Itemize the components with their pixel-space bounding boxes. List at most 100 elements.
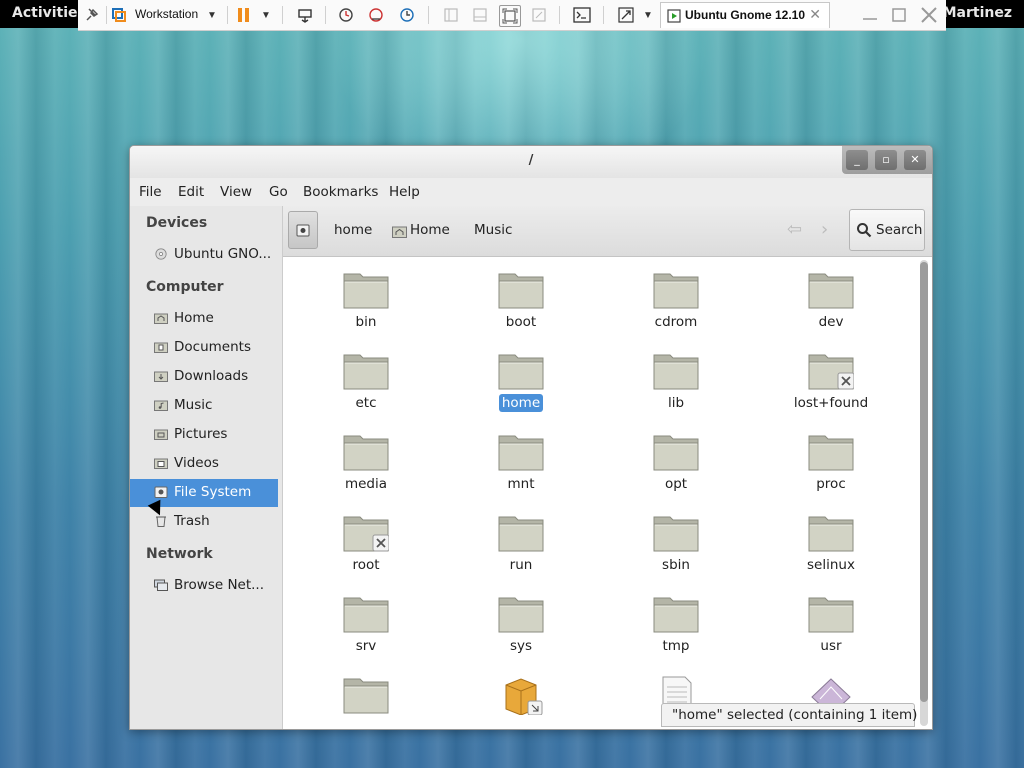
file-item[interactable]: srv (301, 585, 431, 665)
home-folder-icon (154, 313, 168, 324)
file-view-pane: home Home Music ⇦ › Search bin boot cdrom d… (283, 206, 932, 729)
folder-icon (498, 516, 544, 552)
snapshot-icon[interactable] (336, 5, 356, 25)
folder-icon (498, 354, 544, 390)
menu-edit[interactable]: Edit (178, 184, 204, 200)
file-item[interactable]: root (301, 504, 431, 584)
folder-icon (653, 435, 699, 471)
folder-icon (498, 435, 544, 471)
chevron-down-icon[interactable]: ▼ (256, 5, 276, 25)
file-item[interactable]: sys (456, 585, 586, 665)
window-titlebar[interactable]: / _ ▫ ✕ (130, 146, 932, 178)
file-item[interactable]: home (456, 342, 586, 422)
file-item[interactable]: lost+found (766, 342, 896, 422)
videos-folder-icon (154, 458, 168, 469)
file-item-label: dev (766, 314, 896, 330)
sidebar-item-ubuntu-disc[interactable]: Ubuntu GNO... (130, 241, 278, 269)
vm-running-icon (667, 9, 681, 26)
crumb-home-folder[interactable]: Home (410, 222, 450, 238)
drive-icon (154, 486, 168, 498)
file-item[interactable]: lib (611, 342, 741, 422)
sidebar-item-downloads[interactable]: Downloads (130, 363, 278, 391)
file-name: etc (355, 395, 377, 411)
send-keys-icon[interactable] (295, 5, 315, 25)
sidebar-view-icon[interactable] (441, 5, 461, 25)
pin-icon[interactable] (82, 5, 102, 25)
folder-icon (343, 354, 389, 390)
file-name: selinux (807, 557, 855, 573)
file-item[interactable]: selinux (766, 504, 896, 584)
file-item[interactable]: proc (766, 423, 896, 503)
scrollbar-thumb[interactable] (920, 262, 928, 702)
file-name: boot (505, 314, 537, 330)
close-window-icon[interactable] (919, 5, 939, 25)
sidebar-item-documents[interactable]: Documents (130, 334, 278, 362)
file-name: dev (818, 314, 844, 330)
close-button[interactable]: ✕ (904, 150, 926, 170)
search-button[interactable]: Search (849, 209, 925, 251)
sidebar-item-videos[interactable]: Videos (130, 450, 278, 478)
menu-go[interactable]: Go (269, 184, 288, 200)
file-item[interactable]: dev (766, 261, 896, 341)
file-item-label: media (301, 476, 431, 492)
console-icon[interactable] (572, 5, 592, 25)
folder-icon (808, 516, 854, 552)
minimize-button[interactable]: _ (846, 150, 868, 170)
workstation-menu[interactable]: Workstation (135, 7, 198, 21)
file-name: srv (355, 638, 377, 654)
unity-icon[interactable] (529, 5, 549, 25)
sidebar-item-pictures[interactable]: Pictures (130, 421, 278, 449)
file-item[interactable]: boot (456, 261, 586, 341)
file-item[interactable]: usr (766, 585, 896, 665)
maximize-button[interactable]: ▫ (875, 150, 897, 170)
vertical-scrollbar[interactable] (920, 260, 928, 726)
menu-bookmarks[interactable]: Bookmarks (303, 184, 378, 200)
vm-tab-ubuntu[interactable]: Ubuntu Gnome 12.10 ✕ (660, 2, 830, 28)
sidebar-item-home[interactable]: Home (130, 305, 278, 333)
pause-icon[interactable] (234, 5, 254, 25)
minimize-icon[interactable] (860, 5, 880, 25)
stretch-icon[interactable] (616, 5, 636, 25)
revert-snapshot-icon[interactable] (366, 5, 386, 25)
file-item[interactable]: sbin (611, 504, 741, 584)
activities-button[interactable]: Activities (12, 5, 86, 21)
chevron-down-icon[interactable]: ▼ (638, 5, 658, 25)
user-menu[interactable]: Martinez (943, 5, 1012, 21)
maximize-icon[interactable] (889, 5, 909, 25)
file-item[interactable]: bin (301, 261, 431, 341)
menu-bar: File Edit View Go Bookmarks Help (130, 178, 932, 206)
file-item-label: selinux (766, 557, 896, 573)
file-item[interactable]: opt (611, 423, 741, 503)
file-item-label: mnt (456, 476, 586, 492)
menu-file[interactable]: File (139, 184, 162, 200)
crumb-music[interactable]: Music (474, 222, 512, 238)
file-item[interactable]: run (456, 504, 586, 584)
sidebar-item-label: Ubuntu GNO... (174, 246, 272, 262)
file-item[interactable]: etc (301, 342, 431, 422)
sidebar-item-browse-network[interactable]: Browse Net... (130, 572, 278, 600)
folder-icon (653, 516, 699, 552)
documents-folder-icon (154, 342, 168, 353)
close-icon[interactable]: ✕ (809, 6, 821, 23)
file-item[interactable] (301, 666, 431, 729)
thumbnail-view-icon[interactable] (470, 5, 490, 25)
forward-arrow-icon[interactable]: › (821, 219, 828, 240)
menu-help[interactable]: Help (389, 184, 420, 200)
sidebar-item-music[interactable]: Music (130, 392, 278, 420)
full-screen-icon[interactable] (499, 5, 521, 27)
file-item[interactable]: media (301, 423, 431, 503)
file-item-label: bin (301, 314, 431, 330)
places-sidebar: Devices Ubuntu GNO... Computer Home Docu… (130, 206, 283, 729)
file-item[interactable] (456, 666, 586, 729)
back-arrow-icon[interactable]: ⇦ (787, 219, 802, 240)
file-item[interactable]: cdrom (611, 261, 741, 341)
file-item[interactable]: tmp (611, 585, 741, 665)
file-item[interactable]: mnt (456, 423, 586, 503)
file-name: mnt (507, 476, 535, 492)
snapshot-manager-icon[interactable] (397, 5, 417, 25)
crumb-home-dir[interactable]: home (334, 222, 372, 238)
folder-icon (343, 516, 389, 552)
path-root-button[interactable] (288, 211, 318, 249)
menu-view[interactable]: View (220, 184, 252, 200)
chevron-down-icon[interactable]: ▼ (202, 5, 222, 25)
